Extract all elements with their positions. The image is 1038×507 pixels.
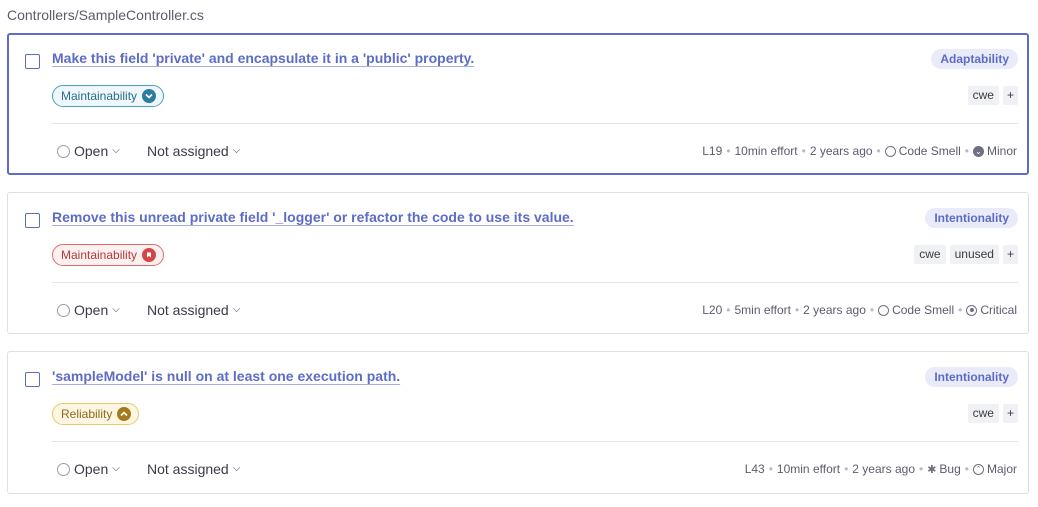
tag-list: cwe + xyxy=(967,86,1018,105)
issue-checkbox[interactable] xyxy=(25,213,40,228)
severity: Major xyxy=(986,462,1017,476)
issue-type: Code Smell xyxy=(898,144,961,158)
chevron-down-icon: ⌵ xyxy=(112,462,120,474)
divider xyxy=(52,441,1018,442)
chevron-up-icon xyxy=(117,407,132,421)
chevron-down-icon: ⌵ xyxy=(232,144,241,156)
status-dropdown[interactable]: Open ⌵ xyxy=(57,143,120,159)
status-dropdown[interactable]: Open ⌵ xyxy=(57,302,120,318)
tag-item: unused xyxy=(949,245,999,264)
software-quality-label: Reliability xyxy=(61,407,113,421)
code-smell-icon xyxy=(878,304,890,316)
tag-list: cwe unused + xyxy=(914,245,1018,264)
assignee-label: Not assigned xyxy=(147,461,229,477)
effort: 5min effort xyxy=(734,303,791,317)
age: 2 years ago xyxy=(803,303,866,317)
severity: Critical xyxy=(980,303,1017,317)
clean-code-attribute-badge: Adaptability xyxy=(931,49,1018,69)
issue-checkbox[interactable] xyxy=(25,54,40,69)
age: 2 years ago xyxy=(852,462,915,476)
software-quality-label: Maintainability xyxy=(61,89,138,103)
issue-meta: L20 • 5min effort • 2 years ago • Code S… xyxy=(702,303,1017,317)
code-smell-icon xyxy=(884,145,896,157)
divider xyxy=(52,123,1018,124)
issue-card[interactable]: Make this field 'private' and encapsulat… xyxy=(7,33,1029,175)
assignee-label: Not assigned xyxy=(147,143,229,159)
issue-card[interactable]: 'sampleModel' is null on at least one ex… xyxy=(7,351,1029,494)
tag-item: cwe xyxy=(967,86,999,105)
chevron-down-icon: ⌵ xyxy=(232,462,241,474)
issue-meta: L43 • 10min effort • 2 years ago • ✱ Bug… xyxy=(744,462,1017,476)
tag-list: cwe + xyxy=(967,404,1018,423)
assignee-dropdown[interactable]: Not assigned ⌵ xyxy=(147,461,240,477)
add-tag-button[interactable]: + xyxy=(1002,404,1018,423)
issue-title-link[interactable]: Make this field 'private' and encapsulat… xyxy=(52,50,474,66)
severity: Minor xyxy=(986,144,1017,158)
status-open-icon xyxy=(57,462,70,476)
line-number[interactable]: L43 xyxy=(745,462,765,476)
issue-checkbox[interactable] xyxy=(25,372,40,387)
chevron-down-icon: ⌵ xyxy=(112,303,120,315)
tag-item: cwe xyxy=(967,404,999,423)
clean-code-attribute-badge: Intentionality xyxy=(925,208,1018,228)
assignee-label: Not assigned xyxy=(147,302,229,318)
add-tag-button[interactable]: + xyxy=(1002,86,1018,105)
file-path: Controllers/SampleController.cs xyxy=(7,7,204,23)
bug-icon: ✱ xyxy=(927,463,937,476)
issue-title-link[interactable]: Remove this unread private field '_logge… xyxy=(52,209,574,225)
status-open-icon xyxy=(57,303,70,317)
severity-major-icon: ⌃ xyxy=(972,463,984,475)
severity-minor-icon: ⌄ xyxy=(972,145,984,157)
issue-title-link[interactable]: 'sampleModel' is null on at least one ex… xyxy=(52,368,400,384)
status-label: Open xyxy=(74,143,109,159)
clean-code-attribute-badge: Intentionality xyxy=(925,367,1018,387)
assignee-dropdown[interactable]: Not assigned ⌵ xyxy=(147,302,240,318)
software-quality-pill[interactable]: Reliability xyxy=(52,403,140,425)
add-tag-button[interactable]: + xyxy=(1002,245,1018,264)
status-label: Open xyxy=(74,461,109,477)
issue-type: Bug xyxy=(939,462,961,476)
software-quality-pill[interactable]: Maintainability xyxy=(52,244,165,266)
tag-item: cwe xyxy=(914,245,946,264)
software-quality-label: Maintainability xyxy=(61,248,138,262)
blocker-icon xyxy=(142,248,157,262)
issue-meta: L19 • 10min effort • 2 years ago • Code … xyxy=(702,144,1017,158)
chevron-down-icon: ⌵ xyxy=(112,144,120,156)
severity-critical-icon xyxy=(966,304,978,316)
software-quality-pill[interactable]: Maintainability xyxy=(52,85,165,107)
age: 2 years ago xyxy=(809,144,873,158)
divider xyxy=(52,282,1018,283)
assignee-dropdown[interactable]: Not assigned ⌵ xyxy=(147,143,240,159)
line-number[interactable]: L20 xyxy=(702,303,722,317)
effort: 10min effort xyxy=(734,144,798,158)
line-number[interactable]: L19 xyxy=(702,144,722,158)
chevron-down-icon xyxy=(142,89,157,103)
status-dropdown[interactable]: Open ⌵ xyxy=(57,461,120,477)
chevron-down-icon: ⌵ xyxy=(232,303,241,315)
status-open-icon xyxy=(57,144,70,158)
effort: 10min effort xyxy=(776,462,841,476)
status-label: Open xyxy=(74,302,109,318)
issue-card[interactable]: Remove this unread private field '_logge… xyxy=(7,192,1029,334)
issue-type: Code Smell xyxy=(892,303,955,317)
